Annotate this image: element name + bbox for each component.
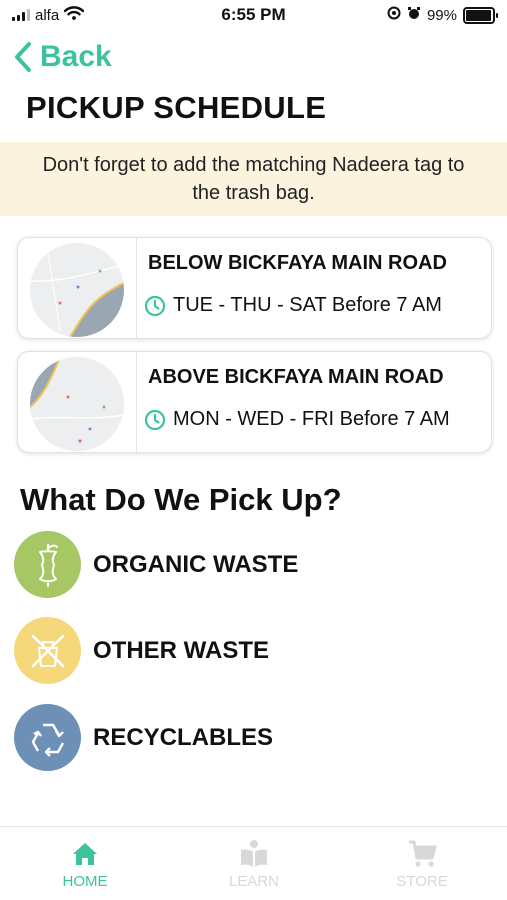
pickup-days: TUE - THU - SAT Before 7 AM: [173, 294, 442, 316]
location-icon: [387, 6, 401, 24]
road-name: ABOVE BICKFAYA MAIN ROAD: [148, 366, 444, 388]
reminder-banner: Don't forget to add the matching Nadeera…: [0, 142, 507, 216]
waste-label: RECYCLABLES: [93, 723, 274, 751]
cart-icon: [409, 840, 437, 867]
waste-item-recyclables[interactable]: RECYCLABLES: [14, 704, 273, 771]
page-title: PICKUP SCHEDULE: [26, 90, 327, 125]
recycle-icon: [14, 704, 81, 771]
pickup-days: MON - WED - FRI Before 7 AM: [173, 408, 450, 430]
section-title: What Do We Pick Up?: [20, 482, 342, 517]
waste-item-other[interactable]: OTHER WASTE: [14, 617, 269, 684]
waste-label: ORGANIC WASTE: [93, 550, 299, 578]
waste-label: OTHER WASTE: [93, 636, 270, 664]
clock-icon: [144, 409, 166, 431]
tab-home[interactable]: HOME: [35, 839, 135, 890]
tab-label: STORE: [396, 873, 448, 890]
schedule-card-below[interactable]: BELOW BICKFAYA MAIN ROAD TUE - THU - SAT…: [17, 237, 492, 339]
tab-learn[interactable]: LEARN: [204, 839, 304, 890]
status-bar: alfa 6:55 PM 99%: [0, 0, 507, 32]
apple-core-icon: [14, 531, 81, 598]
pickup-time: TUE - THU - SAT Before 7 AM: [144, 294, 442, 317]
map-thumbnail: [30, 243, 124, 337]
back-button[interactable]: Back: [12, 40, 112, 74]
tab-bar: HOME LEARN STORE: [0, 826, 507, 900]
home-icon: [73, 843, 97, 865]
tab-store[interactable]: STORE: [372, 839, 472, 890]
tab-label: LEARN: [228, 873, 280, 890]
map-column: [18, 352, 137, 452]
status-right: 99%: [387, 6, 498, 24]
map-thumbnail: [30, 357, 124, 451]
alarm-icon: [407, 6, 421, 24]
clock-icon: [144, 295, 166, 317]
road-name: BELOW BICKFAYA MAIN ROAD: [148, 252, 447, 274]
learn-icon: [241, 840, 267, 867]
crossed-out-waste-icon: [14, 617, 81, 684]
battery-icon: [463, 6, 498, 24]
map-column: [18, 238, 137, 338]
chevron-left-icon: [15, 42, 31, 72]
schedule-card-above[interactable]: ABOVE BICKFAYA MAIN ROAD MON - WED - FRI…: [17, 351, 492, 453]
pickup-time: MON - WED - FRI Before 7 AM: [144, 408, 450, 431]
back-label: Back: [40, 40, 112, 73]
banner-text: Don't forget to add the matching Nadeera…: [42, 154, 465, 204]
tab-label: HOME: [62, 873, 108, 890]
battery-percent: 99%: [426, 6, 457, 24]
waste-item-organic[interactable]: ORGANIC WASTE: [14, 531, 298, 598]
